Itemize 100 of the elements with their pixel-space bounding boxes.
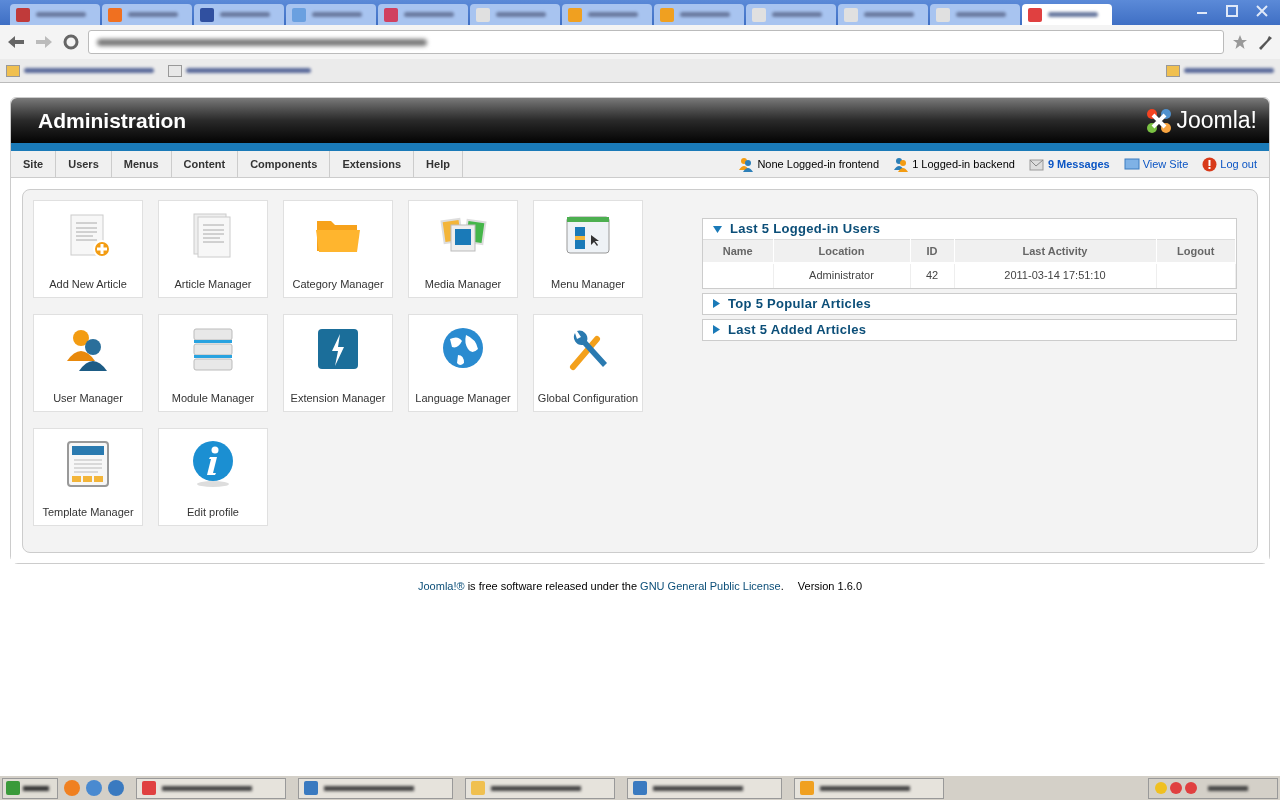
user-icon xyxy=(893,156,910,172)
reload-icon[interactable] xyxy=(62,33,80,51)
quick-launch-icon[interactable] xyxy=(64,780,80,796)
close-icon[interactable] xyxy=(1254,3,1270,19)
menu-item[interactable]: Menus xyxy=(111,151,172,177)
logo-text: Joomla! xyxy=(1176,106,1257,136)
favicon-icon xyxy=(660,7,674,22)
joomla-link[interactable]: Joomla!® xyxy=(418,580,465,592)
menu-item[interactable]: Help xyxy=(414,151,463,177)
taskbar-button[interactable] xyxy=(298,777,453,799)
browser-tab[interactable] xyxy=(562,4,652,25)
caret-right-icon xyxy=(713,325,720,334)
browser-tab[interactable] xyxy=(470,4,560,25)
blurred-clock xyxy=(1208,785,1248,791)
power-icon xyxy=(1202,156,1218,172)
favicon-icon xyxy=(292,7,306,22)
license-link[interactable]: GNU General Public License xyxy=(640,580,781,592)
browser-tab[interactable] xyxy=(746,4,836,25)
user-icon xyxy=(738,156,755,172)
browser-tab[interactable] xyxy=(838,4,928,25)
quick-icon-button[interactable]: Global Configuration xyxy=(533,314,643,412)
blurred-label xyxy=(680,12,730,17)
caret-down-icon xyxy=(713,225,722,233)
browser-tab[interactable] xyxy=(1022,4,1112,25)
start-button[interactable] xyxy=(2,777,58,799)
quick-icon-button[interactable]: Language Manager xyxy=(408,314,518,412)
taskbar-button[interactable] xyxy=(627,777,782,799)
bookmark-icon xyxy=(6,64,20,77)
favicon-icon xyxy=(108,7,122,22)
quick-icon-button[interactable]: Add New Article xyxy=(33,200,143,298)
browser-tab[interactable] xyxy=(286,4,376,25)
taskbar-button[interactable] xyxy=(794,777,944,799)
app-icon xyxy=(142,781,156,795)
app-icon xyxy=(304,781,318,795)
blurred-label xyxy=(956,12,1006,17)
quick-icon-button[interactable]: Template Manager xyxy=(33,428,143,526)
blurred-label xyxy=(23,785,49,791)
browser-tab[interactable] xyxy=(654,4,744,25)
favicon-icon xyxy=(752,7,766,22)
quick-icon-button[interactable]: Edit profile xyxy=(158,428,268,526)
quick-icon-button[interactable]: Module Manager xyxy=(158,314,268,412)
table-cell: 42 xyxy=(910,262,954,288)
screen-icon xyxy=(1123,158,1140,170)
taskbar-button[interactable] xyxy=(465,777,615,799)
blurred-label xyxy=(128,12,178,17)
menu-item[interactable]: Content xyxy=(171,151,239,177)
quick-launch-icon[interactable] xyxy=(108,780,124,796)
caret-right-icon xyxy=(713,299,720,308)
blurred-label xyxy=(220,12,270,17)
blurred-label xyxy=(496,12,546,17)
quick-icon-button[interactable]: Article Manager xyxy=(158,200,268,298)
back-icon[interactable] xyxy=(6,34,26,50)
favicon-icon xyxy=(844,7,858,22)
column-header: Location xyxy=(773,239,910,263)
quick-icon-button[interactable]: Menu Manager xyxy=(533,200,643,298)
envelope-icon xyxy=(1028,157,1045,171)
quick-icon-button[interactable]: User Manager xyxy=(33,314,143,412)
quick-launch-icon[interactable] xyxy=(86,780,102,796)
favicon-icon xyxy=(476,7,490,22)
app-icon xyxy=(800,781,814,795)
status-text: None Logged-in frontend xyxy=(757,156,880,172)
favicon-icon xyxy=(384,7,398,22)
table-cell: 2011-03-14 17:51:10 xyxy=(954,262,1156,288)
bookmark-icon xyxy=(1166,64,1180,77)
column-header: Logout xyxy=(1156,239,1236,263)
logout-link[interactable]: Log out xyxy=(1220,155,1257,173)
bookmark-icon xyxy=(168,64,182,77)
menu-item[interactable]: Users xyxy=(56,151,112,177)
browser-tab[interactable] xyxy=(10,4,100,25)
footer-text: Joomla!® is free software released under the GNU General Public License. Version 1.6.0 xyxy=(417,579,863,594)
menu-item[interactable]: Components xyxy=(238,151,331,177)
quick-icon-button[interactable]: Category Manager xyxy=(283,200,393,298)
tray-icon[interactable] xyxy=(1185,782,1197,794)
messages-link[interactable]: 9 Messages xyxy=(1047,155,1110,173)
column-header: Name xyxy=(703,239,773,263)
maximize-icon[interactable] xyxy=(1224,3,1240,19)
column-header: ID xyxy=(910,239,954,263)
blurred-label xyxy=(404,12,454,17)
star-icon[interactable] xyxy=(1232,34,1248,50)
tray-icon[interactable] xyxy=(1170,782,1182,794)
favicon-icon xyxy=(568,7,582,22)
browser-tab[interactable] xyxy=(194,4,284,25)
favicon-icon xyxy=(200,7,214,22)
menu-item[interactable]: Site xyxy=(11,151,57,177)
windows-icon xyxy=(6,781,20,795)
column-header: Last Activity xyxy=(954,239,1156,263)
address-bar[interactable] xyxy=(88,30,1224,54)
favicon-icon xyxy=(16,7,30,22)
quick-icon-button[interactable]: Media Manager xyxy=(408,200,518,298)
blurred-label xyxy=(588,12,638,17)
menu-item[interactable]: Extensions xyxy=(330,151,415,177)
view-site-link[interactable]: View Site xyxy=(1142,155,1189,173)
forward-icon[interactable] xyxy=(34,34,54,50)
browser-tab[interactable] xyxy=(930,4,1020,25)
app-icon xyxy=(471,781,485,795)
taskbar-button[interactable] xyxy=(136,777,286,799)
browser-tab[interactable] xyxy=(378,4,468,25)
quick-icon-button[interactable]: Extension Manager xyxy=(283,314,393,412)
browser-tab[interactable] xyxy=(102,4,192,25)
blurred-label xyxy=(312,12,362,17)
